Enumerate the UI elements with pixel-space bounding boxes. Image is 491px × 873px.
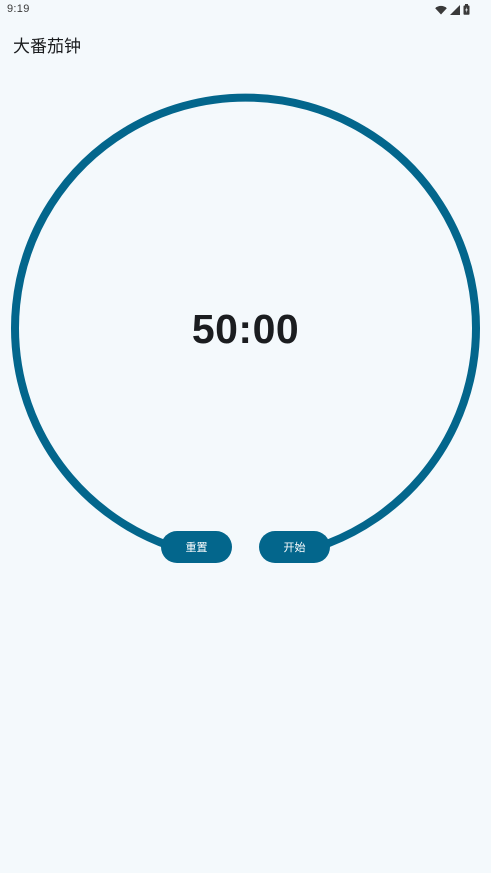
timer-area: 50:00 重置 开始 <box>0 0 491 873</box>
progress-ring <box>11 93 480 561</box>
timer-display: 50:00 <box>191 306 300 352</box>
reset-button[interactable]: 重置 <box>161 531 232 563</box>
start-button[interactable]: 开始 <box>259 531 330 563</box>
